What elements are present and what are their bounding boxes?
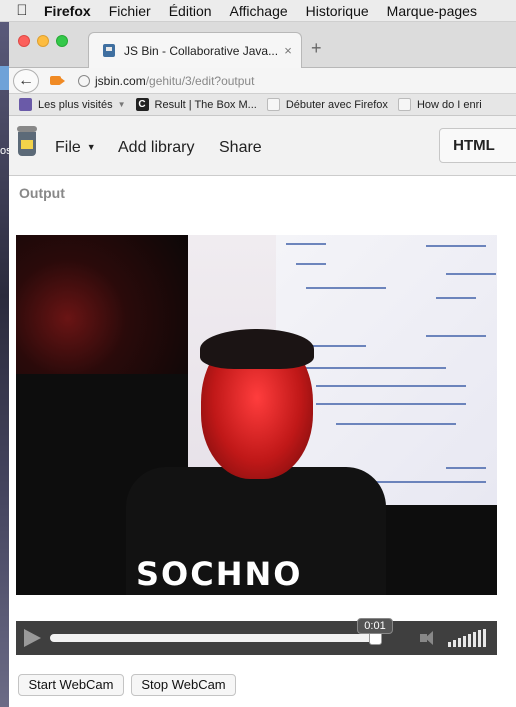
url-host: jsbin.com bbox=[95, 74, 146, 88]
bookmarks-bar: Les plus visités ▼ C Result | The Box M.… bbox=[9, 94, 516, 116]
chevron-down-icon: ▼ bbox=[117, 100, 126, 109]
tab-strip: JS Bin - Collaborative Java... × + bbox=[9, 22, 516, 68]
menu-firefox[interactable]: Firefox bbox=[44, 3, 91, 19]
navigation-bar: ← jsbin.com/gehitu/3/edit?output bbox=[9, 68, 516, 94]
tab-jsbin[interactable]: JS Bin - Collaborative Java... × bbox=[88, 32, 302, 68]
tab-title: JS Bin - Collaborative Java... bbox=[124, 43, 279, 58]
url-bar[interactable]: jsbin.com/gehitu/3/edit?output bbox=[95, 74, 254, 88]
person-hair bbox=[200, 329, 314, 369]
camera-sharing-icon[interactable] bbox=[50, 76, 65, 85]
jsbin-logo-icon[interactable] bbox=[17, 126, 37, 156]
c-logo-icon: C bbox=[135, 98, 149, 111]
file-menu[interactable]: File ▼ bbox=[55, 139, 96, 157]
bookmark-folder-icon bbox=[19, 98, 32, 111]
minimize-window-button[interactable] bbox=[37, 35, 49, 47]
next-panel-toggle[interactable] bbox=[508, 128, 516, 163]
close-window-button[interactable] bbox=[18, 35, 30, 47]
tab-html-panel[interactable]: HTML bbox=[439, 128, 509, 163]
menu-fichier[interactable]: Fichier bbox=[109, 3, 151, 19]
mac-menubar:  Firefox Fichier Édition Affichage Hist… bbox=[0, 0, 516, 22]
menu-historique[interactable]: Historique bbox=[306, 3, 369, 19]
close-tab-icon[interactable]: × bbox=[279, 43, 297, 58]
menu-edition[interactable]: Édition bbox=[169, 3, 212, 19]
shirt-print: SOCHNO bbox=[136, 555, 303, 593]
bookmark-label: Les plus visités bbox=[38, 98, 113, 111]
volume-slider[interactable] bbox=[448, 629, 488, 647]
apple-icon[interactable]:  bbox=[0, 2, 44, 19]
whiteboard bbox=[276, 235, 497, 505]
output-label: Output bbox=[19, 185, 65, 201]
start-webcam-button[interactable]: Start WebCam bbox=[18, 674, 124, 696]
bookmark-label: How do I enri bbox=[416, 98, 482, 111]
share-button[interactable]: Share bbox=[219, 139, 262, 157]
screenshot:  Firefox Fichier Édition Affichage Hist… bbox=[0, 0, 516, 707]
volume-speaker-icon[interactable] bbox=[420, 631, 438, 645]
jsbin-favicon-icon bbox=[103, 44, 115, 57]
bookmark-result-box[interactable]: C Result | The Box M... bbox=[135, 98, 257, 111]
wall-poster bbox=[16, 235, 188, 374]
menu-marque-pages[interactable]: Marque-pages bbox=[387, 3, 477, 19]
back-button[interactable]: ← bbox=[13, 69, 39, 93]
webcam-video[interactable]: SOCHNO bbox=[16, 235, 497, 595]
bookmark-label: Débuter avec Firefox bbox=[285, 98, 388, 111]
add-library-button[interactable]: Add library bbox=[118, 139, 194, 157]
desktop-icon bbox=[0, 66, 9, 90]
firefox-window: JS Bin - Collaborative Java... × + ← jsb… bbox=[9, 22, 516, 707]
stop-webcam-button[interactable]: Stop WebCam bbox=[131, 674, 236, 696]
time-tooltip: 0:01 bbox=[357, 618, 393, 634]
play-icon[interactable] bbox=[24, 629, 41, 647]
video-controls: 0:01 bbox=[16, 618, 497, 655]
menu-affichage[interactable]: Affichage bbox=[230, 3, 288, 19]
bookmark-debuter-firefox[interactable]: Débuter avec Firefox bbox=[266, 98, 388, 111]
caret-down-icon: ▼ bbox=[86, 142, 96, 152]
file-menu-label: File bbox=[55, 139, 81, 156]
bookmark-les-plus-visites[interactable]: Les plus visités ▼ bbox=[19, 98, 126, 111]
bookmark-how-do-i[interactable]: How do I enri bbox=[397, 98, 482, 111]
desktop-edge: os bbox=[0, 22, 12, 707]
jsbin-toolbar: File ▼ Add library Share HTML bbox=[9, 116, 516, 176]
page-icon bbox=[397, 98, 411, 111]
new-tab-button[interactable]: + bbox=[311, 38, 322, 59]
seek-progress bbox=[50, 634, 379, 642]
zoom-window-button[interactable] bbox=[56, 35, 68, 47]
page-icon bbox=[266, 98, 280, 111]
globe-icon[interactable] bbox=[78, 75, 90, 87]
bookmark-label: Result | The Box M... bbox=[154, 98, 257, 111]
seek-bar[interactable]: 0:01 bbox=[50, 618, 393, 645]
url-path: /gehitu/3/edit?output bbox=[145, 74, 255, 88]
arrow-left-icon: ← bbox=[18, 72, 34, 89]
